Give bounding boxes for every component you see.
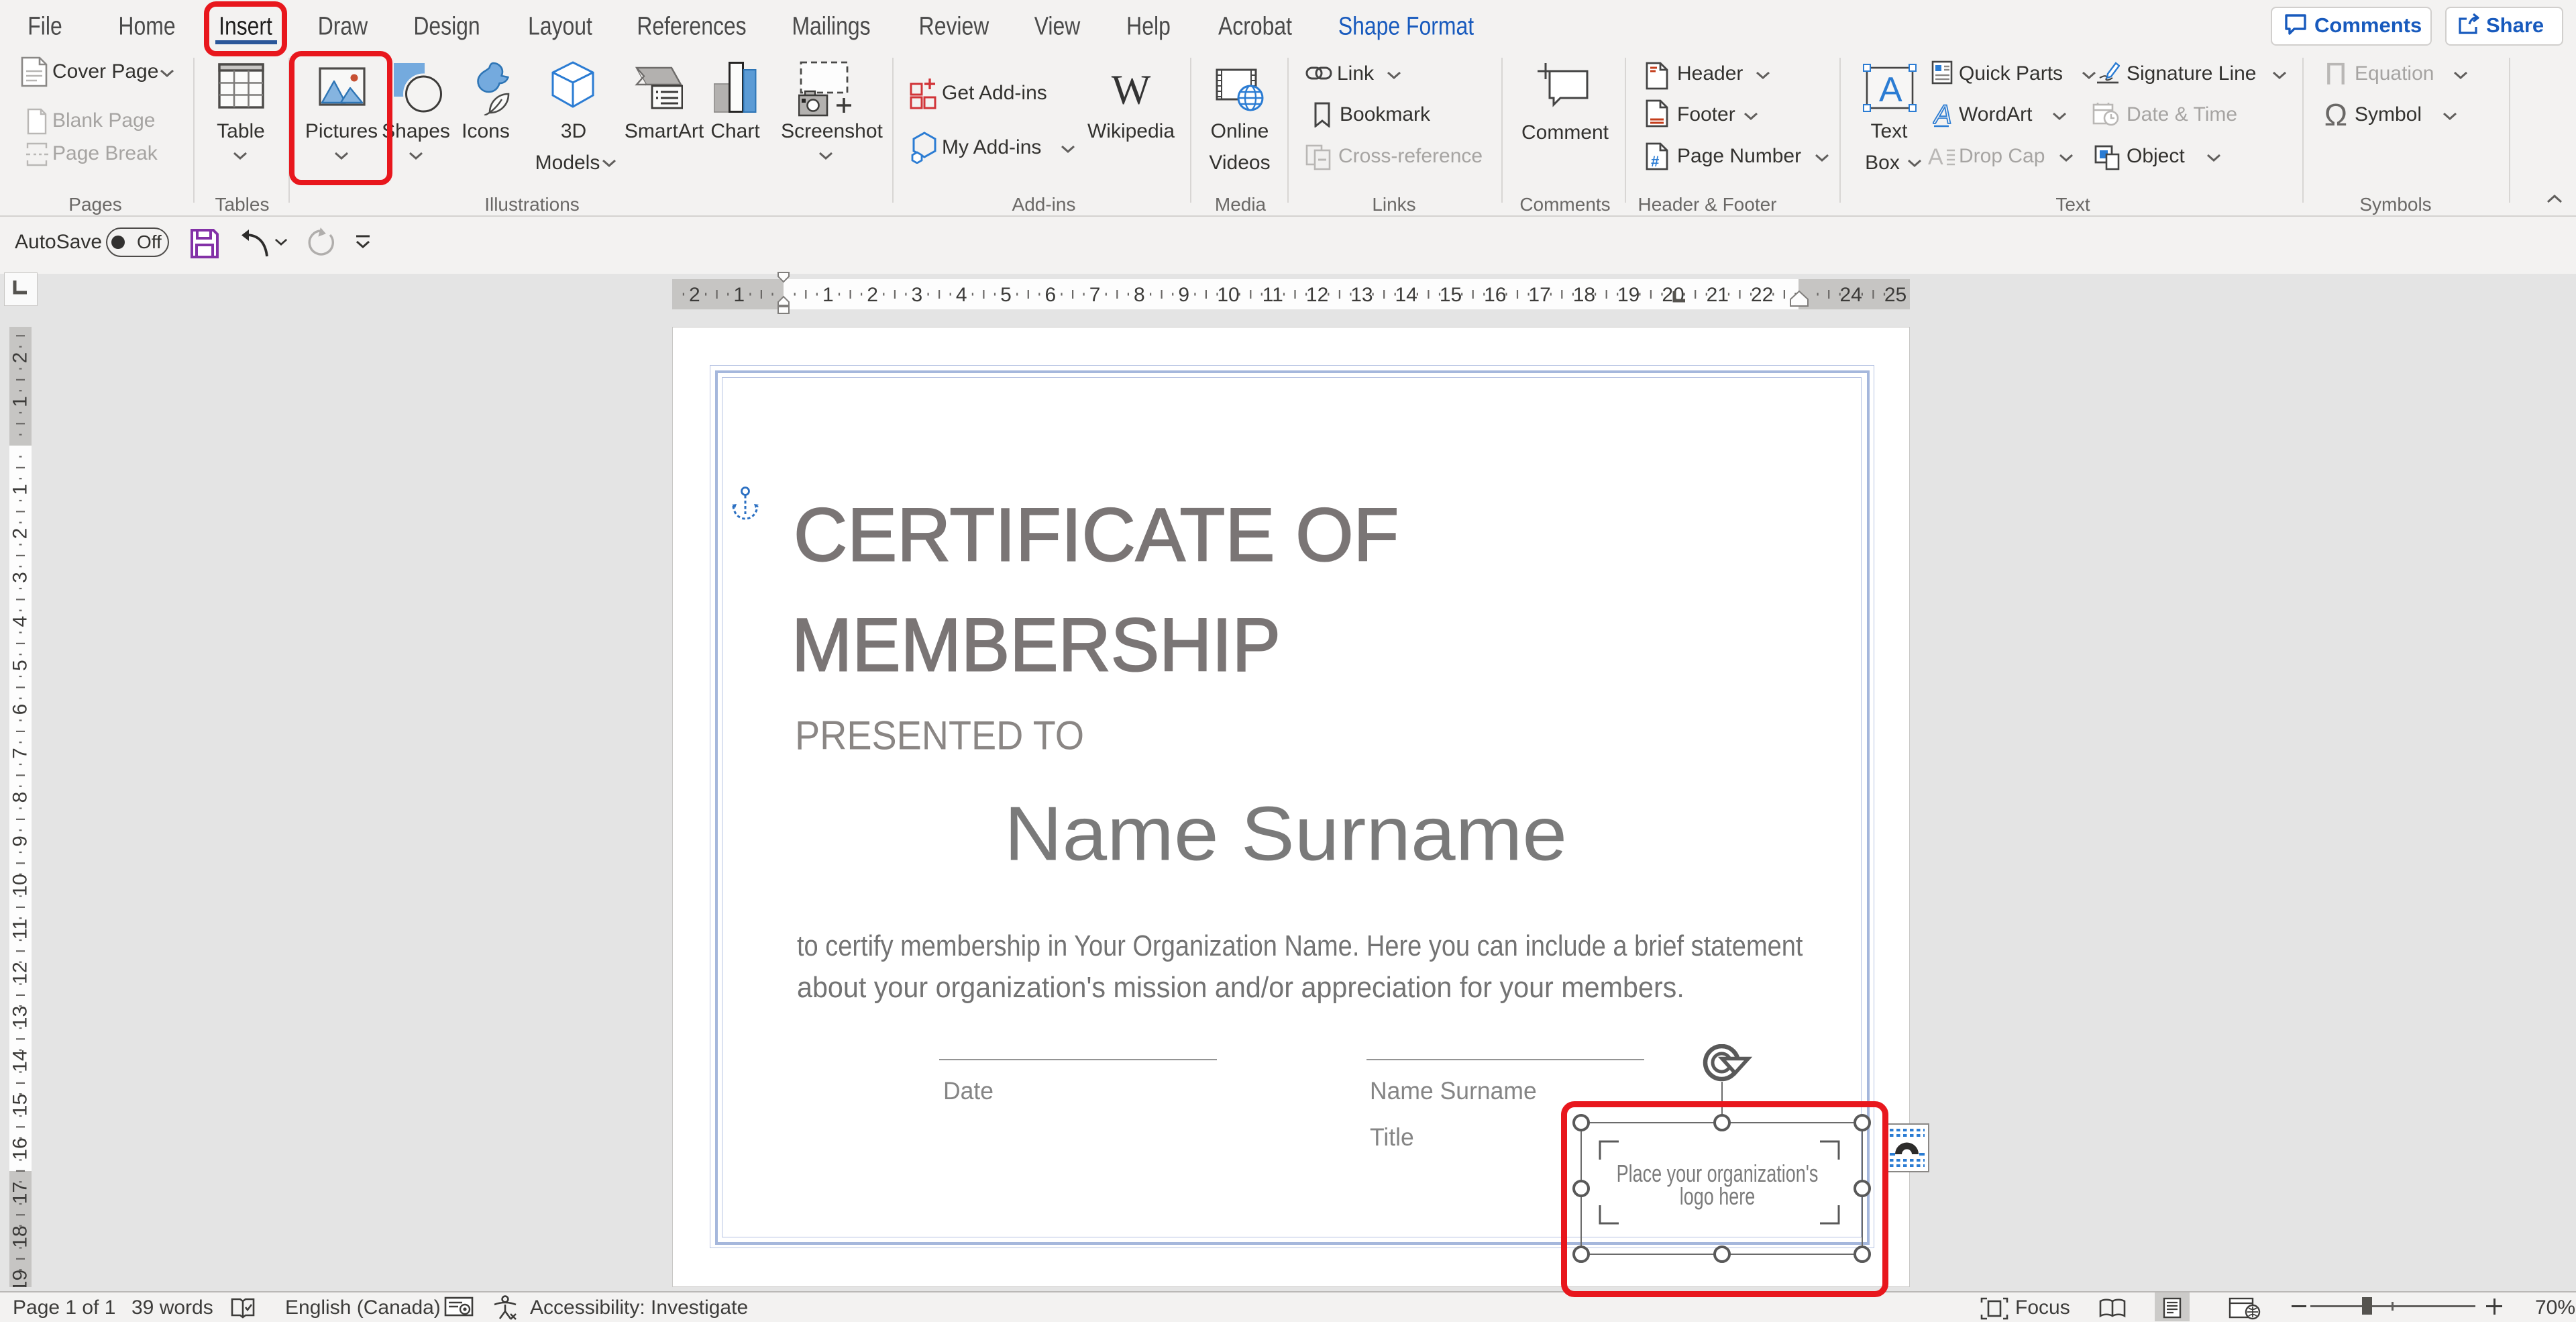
svg-text:15: 15 [9, 1094, 32, 1116]
svg-text:14: 14 [1395, 284, 1417, 306]
svg-text:1: 1 [822, 284, 834, 306]
svg-text:17: 17 [1528, 284, 1550, 306]
svg-text:5: 5 [9, 660, 32, 671]
svg-text:12: 12 [1306, 284, 1328, 306]
svg-text:3: 3 [912, 284, 923, 306]
svg-text:10: 10 [9, 874, 32, 896]
svg-text:1: 1 [733, 284, 745, 306]
svg-text:9: 9 [1178, 284, 1189, 306]
svg-text:4: 4 [9, 616, 32, 627]
svg-text:2: 2 [9, 352, 32, 364]
svg-text:1: 1 [9, 484, 32, 495]
svg-text:3: 3 [9, 572, 32, 583]
svg-text:A: A [1933, 101, 1952, 128]
svg-text:13: 13 [9, 1006, 32, 1028]
svg-text:11: 11 [1263, 284, 1283, 306]
svg-text:13: 13 [1350, 284, 1373, 306]
svg-text:9: 9 [9, 835, 32, 847]
svg-text:10: 10 [1217, 284, 1239, 306]
svg-text:24: 24 [1840, 284, 1862, 306]
svg-text:22: 22 [1751, 284, 1773, 306]
svg-text:12: 12 [9, 962, 32, 984]
svg-text:14: 14 [9, 1050, 32, 1072]
svg-text:2: 2 [689, 284, 700, 306]
svg-text:1: 1 [9, 396, 32, 407]
svg-text:7: 7 [9, 748, 32, 759]
svg-text:18: 18 [1573, 284, 1595, 306]
svg-text:21: 21 [1707, 284, 1729, 306]
svg-text:8: 8 [9, 792, 32, 803]
svg-text:16: 16 [1484, 284, 1506, 306]
svg-text:18: 18 [9, 1225, 32, 1248]
svg-text:2: 2 [867, 284, 878, 306]
svg-text:15: 15 [1440, 284, 1462, 306]
svg-text:19: 19 [9, 1270, 32, 1287]
svg-text:7: 7 [1089, 284, 1101, 306]
svg-text:2: 2 [9, 528, 32, 540]
svg-text:11: 11 [9, 919, 32, 939]
svg-text:A: A [1928, 146, 1943, 166]
svg-text:A: A [1879, 70, 1902, 109]
svg-text:25: 25 [1884, 284, 1907, 306]
svg-text:6: 6 [9, 704, 32, 715]
svg-text:17: 17 [9, 1182, 32, 1204]
svg-text:19: 19 [1617, 284, 1640, 306]
svg-text:8: 8 [1134, 284, 1145, 306]
svg-text:16: 16 [9, 1137, 32, 1160]
svg-text:6: 6 [1044, 284, 1056, 306]
svg-text:5: 5 [1000, 284, 1012, 306]
svg-text:4: 4 [956, 284, 967, 306]
svg-text:#: # [1651, 153, 1659, 170]
